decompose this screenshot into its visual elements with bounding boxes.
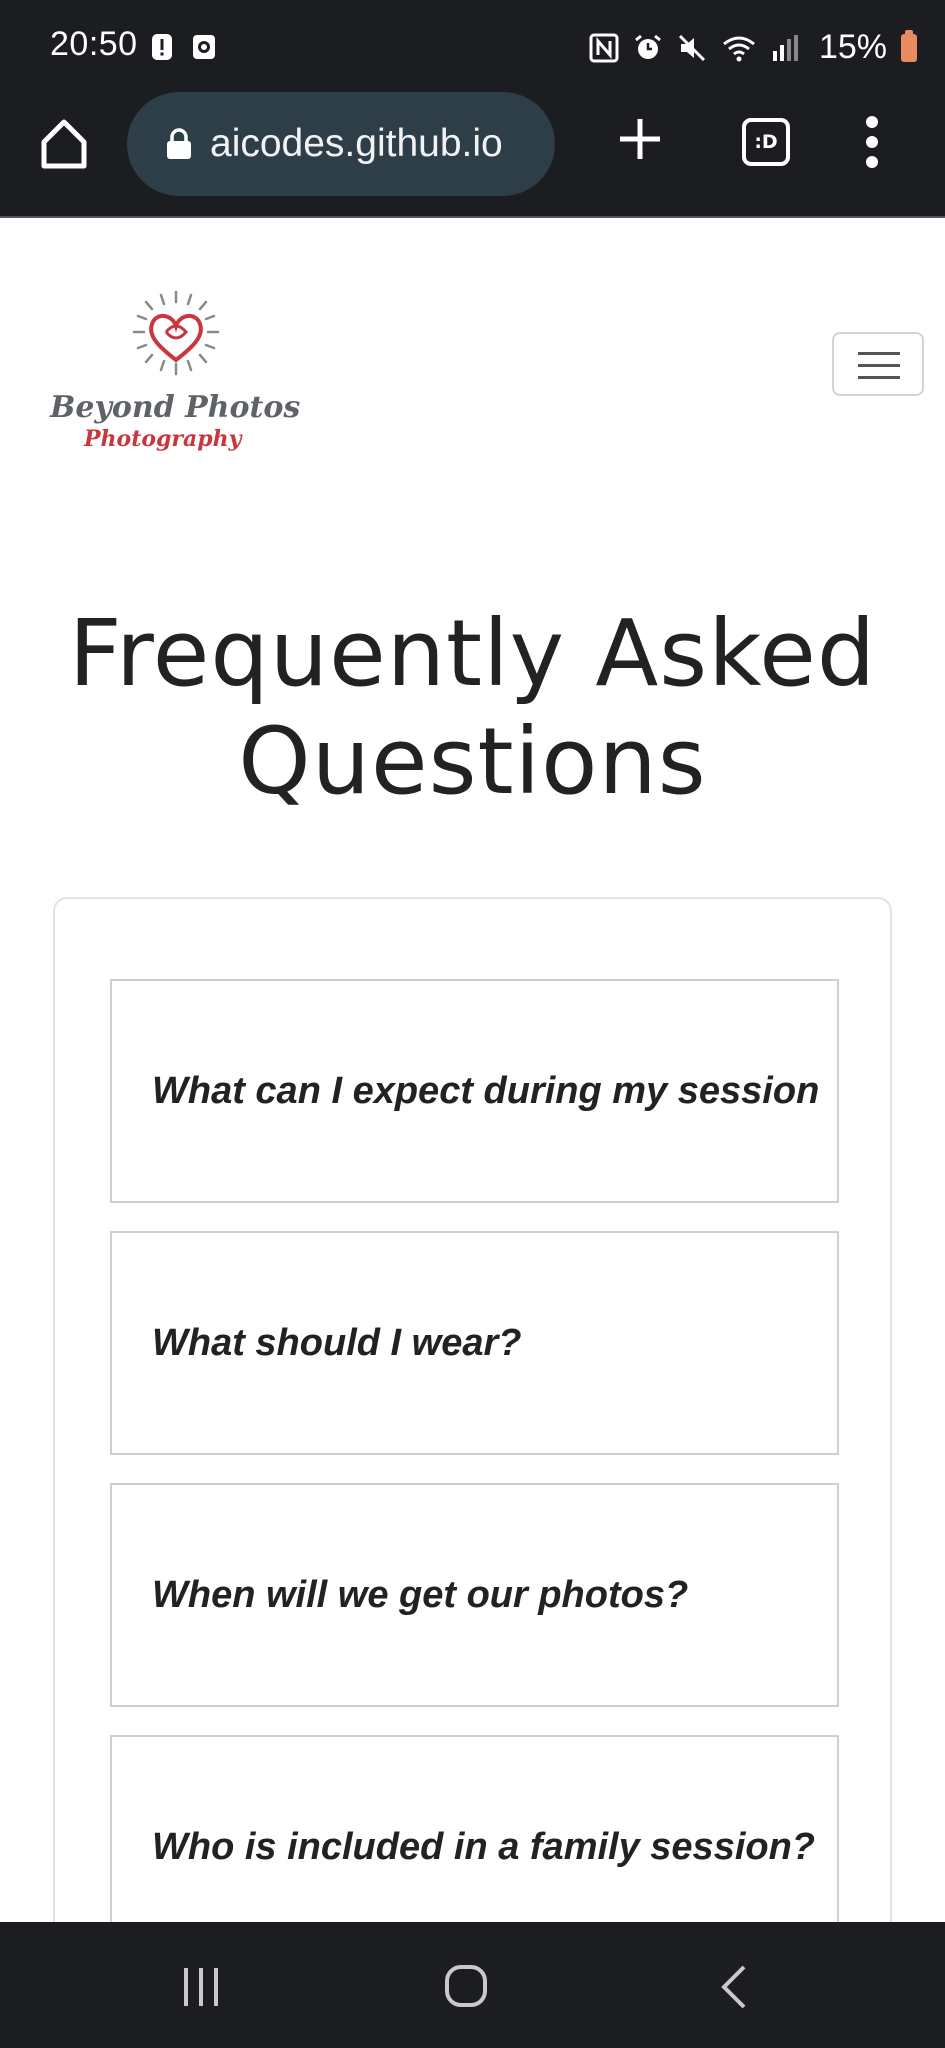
notification-app-icon [193,35,215,59]
faq-item[interactable]: When will we get our photos? [110,1483,839,1707]
mute-icon [678,34,705,61]
faq-item[interactable]: Who is included in a family session? [110,1735,839,1922]
url-text: aicodes.github.io [210,122,503,165]
recent-apps-icon[interactable] [180,1966,222,2008]
status-bar: 20:50 15% [0,0,945,90]
status-icons: 15% [589,28,917,67]
more-options-icon[interactable] [862,114,882,170]
hamburger-icon [858,352,900,355]
faq-question: Who is included in a family session? [152,1825,816,1868]
battery-percent: 15% [818,28,887,66]
faq-question: When will we get our photos? [152,1573,689,1616]
faq-item[interactable]: What should I wear? [110,1231,839,1455]
nfc-icon [589,33,619,62]
battery-icon [901,29,917,62]
system-navigation-bar [0,1922,945,2048]
heart-sunburst-icon [132,290,220,376]
address-bar[interactable]: aicodes.github.io [127,92,555,196]
new-tab-icon[interactable] [616,115,664,163]
page-title-line1: Frequently Asked [68,600,877,707]
site-logo[interactable]: Beyond Photos Photography [48,290,318,460]
lock-icon [167,128,191,159]
wifi-icon [723,36,755,61]
faq-card: What can I expect during my session What… [53,897,892,1922]
logo-name: Beyond Photos [50,390,301,425]
browser-toolbar: aicodes.github.io :D [0,90,945,218]
alarm-icon [635,34,661,59]
menu-toggle-button[interactable] [832,332,924,396]
faq-question: What should I wear? [152,1321,522,1364]
status-time: 20:50 [50,25,138,63]
web-page: Beyond Photos Photography Frequently Ask… [0,220,945,1922]
page-title-line2: Questions [238,708,707,815]
faq-question: What can I expect during my session [152,1069,820,1112]
faq-item[interactable]: What can I expect during my session [110,979,839,1203]
notification-alert-icon [152,34,172,60]
page-title: Frequently Asked Questions [0,600,945,816]
logo-tagline: Photography [84,426,242,452]
back-icon[interactable] [718,1964,748,2010]
home-icon[interactable] [38,114,90,174]
home-button-icon[interactable] [444,1964,488,2008]
signal-icon [772,34,798,61]
tab-switcher-button[interactable]: :D [742,118,790,166]
